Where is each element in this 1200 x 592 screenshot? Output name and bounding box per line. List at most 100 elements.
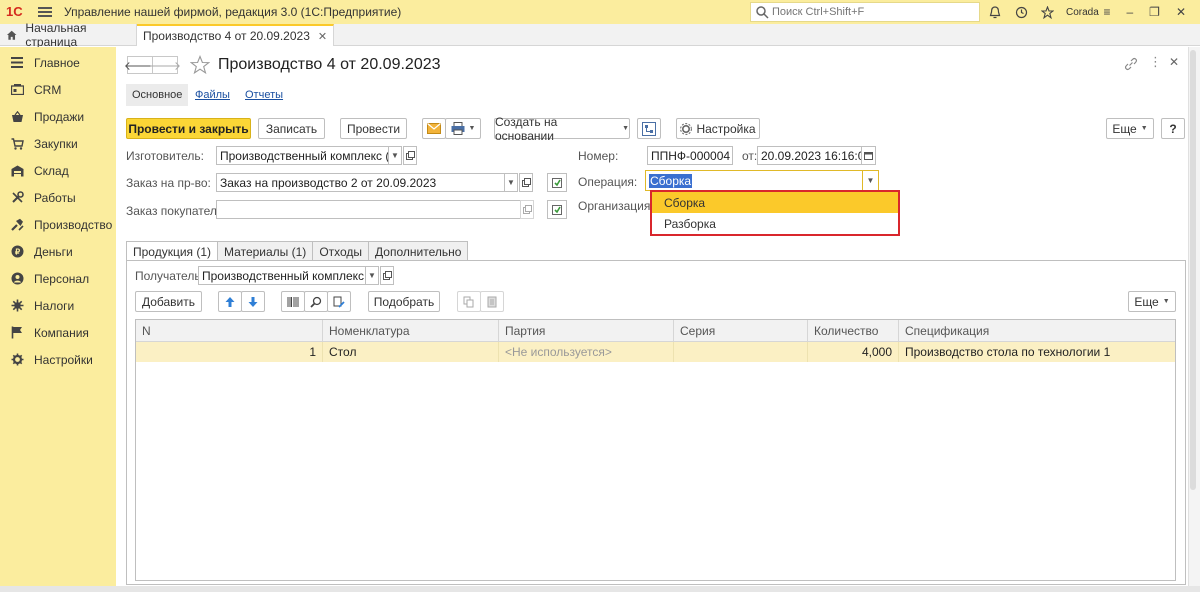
order-dropdown-button[interactable]: ▼ <box>504 173 518 192</box>
manufacturer-dropdown-button[interactable]: ▼ <box>388 146 402 165</box>
sidebar-item-production[interactable]: Производство <box>0 211 116 238</box>
sidebar-item-settings[interactable]: Настройки <box>0 346 116 373</box>
column-header-quantity[interactable]: Количество <box>808 320 899 342</box>
tab-materials[interactable]: Материалы (1) <box>217 241 314 261</box>
recipient-field[interactable]: Производственный комплекс (По, <box>198 266 366 285</box>
production-icon <box>10 218 24 232</box>
recipient-open-button[interactable] <box>380 266 394 285</box>
copy-row-button[interactable] <box>457 291 481 312</box>
sidebar-item-crm[interactable]: CRM <box>0 76 116 103</box>
select-items-button[interactable] <box>327 291 351 312</box>
calendar-icon <box>864 152 873 160</box>
more-label: Еще <box>1112 121 1137 136</box>
tab-additional[interactable]: Дополнительно <box>368 241 469 261</box>
customer-order-field[interactable] <box>216 200 521 219</box>
post-button[interactable]: Провести <box>340 118 407 139</box>
sidebar-item-warehouse[interactable]: Склад <box>0 157 116 184</box>
column-header-series[interactable]: Серия <box>674 320 808 342</box>
settings-button[interactable]: Настройка <box>676 118 760 139</box>
sidebar-item-company[interactable]: Компания <box>0 319 116 346</box>
operation-dropdown-button[interactable]: ▼ <box>862 170 879 191</box>
money-icon: ₽ <box>10 245 24 259</box>
tab-products[interactable]: Продукция (1) <box>126 241 219 261</box>
global-search[interactable] <box>750 2 980 22</box>
move-up-button[interactable] <box>218 291 242 312</box>
close-tab-icon[interactable]: ✕ <box>318 30 327 43</box>
column-header-batch[interactable]: Партия <box>499 320 674 342</box>
calendar-button[interactable] <box>861 146 876 165</box>
date-field[interactable]: 20.09.2023 16:16:04 <box>757 146 862 165</box>
gear-icon <box>10 353 24 367</box>
column-header-nomenclature[interactable]: Номенклатура <box>323 320 499 342</box>
post-and-close-button[interactable]: Провести и закрыть <box>126 118 251 139</box>
flag-icon <box>10 326 24 340</box>
minimize-icon[interactable]: – <box>1126 5 1133 19</box>
sidebar-item-label: Компания <box>34 325 89 340</box>
customer-order-open-button[interactable] <box>520 200 534 219</box>
barcode-button[interactable] <box>281 291 305 312</box>
search-nomenclature-button[interactable] <box>304 291 328 312</box>
main-menu-icon[interactable] <box>38 7 52 17</box>
grid-more-button[interactable]: Еще ▼ <box>1128 291 1176 312</box>
favorites-star-icon[interactable] <box>1040 5 1054 19</box>
manufacturer-open-button[interactable] <box>403 146 417 165</box>
history-icon[interactable] <box>1014 5 1028 19</box>
search-input[interactable] <box>772 6 972 18</box>
create-based-on-button[interactable]: Создать на основании ▼ <box>494 115 630 143</box>
link-icon[interactable] <box>1124 57 1138 74</box>
close-form-icon[interactable]: ✕ <box>1169 55 1179 69</box>
bell-icon[interactable] <box>988 5 1002 19</box>
more-icon[interactable]: ⋮ <box>1149 54 1162 70</box>
order-open-button[interactable] <box>519 173 533 192</box>
sidebar-item-taxes[interactable]: Налоги <box>0 292 116 319</box>
maximize-icon[interactable]: ❐ <box>1149 5 1160 19</box>
table-row[interactable]: 1 Стол <Не используется> 4,000 Производс… <box>136 342 1175 362</box>
pick-button[interactable]: Подобрать <box>368 291 440 312</box>
save-button[interactable]: Записать <box>258 118 325 139</box>
horizontal-scrollbar[interactable] <box>0 586 1200 592</box>
section-tab-main[interactable]: Основное <box>126 84 189 106</box>
sidebar-item-main[interactable]: Главное <box>0 49 116 76</box>
column-header-n[interactable]: N <box>136 320 323 342</box>
favorite-star-icon[interactable] <box>189 55 211 78</box>
order-field[interactable]: Заказ на производство 2 от 20.09.2023 <box>216 173 505 192</box>
recipient-dropdown-button[interactable]: ▼ <box>365 266 379 285</box>
settings-menu-icon[interactable]: ≡ <box>1103 5 1110 19</box>
column-header-specification[interactable]: Спецификация <box>899 320 1175 342</box>
more-button[interactable]: Еще ▼ <box>1106 118 1154 139</box>
sidebar-item-money[interactable]: ₽ Деньги <box>0 238 116 265</box>
help-button[interactable]: ? <box>1161 118 1185 139</box>
scrollbar-thumb[interactable] <box>1190 50 1196 490</box>
paste-row-button[interactable] <box>480 291 504 312</box>
order-fill-button[interactable] <box>547 173 567 192</box>
order-label: Заказ на пр-во: <box>126 176 211 190</box>
close-icon[interactable]: ✕ <box>1176 5 1186 19</box>
sidebar-item-sales[interactable]: Продажи <box>0 103 116 130</box>
copy-icon <box>463 296 474 307</box>
email-button[interactable] <box>422 118 446 139</box>
operation-field[interactable]: Сборка <box>645 170 863 191</box>
open-icon <box>522 205 532 214</box>
tab-document[interactable]: Производство 4 от 20.09.2023 ✕ <box>137 24 335 46</box>
manufacturer-field[interactable]: Производственный комплекс (Под <box>216 146 389 165</box>
move-down-button[interactable] <box>241 291 265 312</box>
section-tab-files[interactable]: Файлы <box>195 89 230 101</box>
sidebar-item-purchases[interactable]: Закупки <box>0 130 116 157</box>
user-name[interactable]: Corada <box>1066 7 1099 18</box>
structure-button[interactable] <box>637 118 661 139</box>
print-button[interactable]: ▼ <box>445 118 481 139</box>
tab-home[interactable]: Начальная страница <box>0 21 137 49</box>
section-tab-reports[interactable]: Отчеты <box>245 89 283 101</box>
add-row-button[interactable]: Добавить <box>135 291 202 312</box>
operation-option-disassembly[interactable]: Разборка <box>652 213 898 234</box>
sidebar-item-personnel[interactable]: Персонал <box>0 265 116 292</box>
forward-button[interactable]: 🡒 <box>149 56 181 74</box>
structure-icon <box>642 121 656 136</box>
printer-icon <box>451 122 465 135</box>
warehouse-icon <box>10 164 24 178</box>
sidebar-item-works[interactable]: Работы <box>0 184 116 211</box>
number-field[interactable]: ППНФ-000004 <box>647 146 733 165</box>
operation-option-assembly[interactable]: Сборка <box>652 192 898 213</box>
customer-order-fill-button[interactable] <box>547 200 567 219</box>
tab-waste[interactable]: Отходы <box>312 241 370 261</box>
